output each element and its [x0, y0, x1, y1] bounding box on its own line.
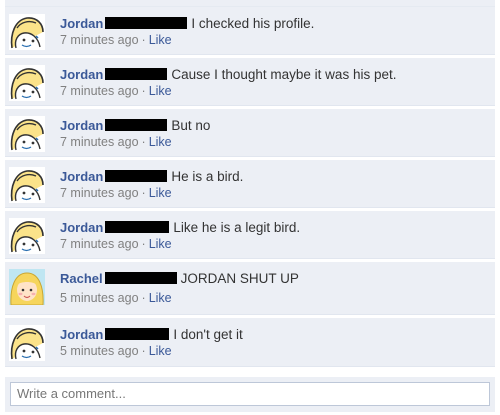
comment-time[interactable]: 5 minutes ago [60, 291, 139, 305]
rage-comic-face-icon [9, 65, 45, 101]
rage-comic-face-icon [9, 325, 45, 361]
separator-dot: · [141, 33, 146, 47]
comment-author[interactable]: Jordan [60, 169, 103, 184]
like-link[interactable]: Like [149, 344, 172, 358]
separator-dot: · [141, 291, 146, 305]
redaction-bar [105, 68, 168, 80]
comment-text: But no [171, 117, 211, 133]
redaction-bar [104, 272, 177, 284]
comment-composer: Write a comment... [5, 377, 495, 412]
redaction-bar [105, 328, 170, 340]
avatar[interactable] [9, 269, 45, 305]
comment-item: Jordan He is a bird. 7 minutes ago · Like [5, 160, 495, 208]
separator-dot: · [141, 344, 146, 358]
comment-text: Cause I thought maybe it was his pet. [171, 66, 397, 82]
redaction-bar [105, 221, 170, 233]
rage-comic-face-icon [9, 167, 45, 203]
comment-time[interactable]: 5 minutes ago [60, 344, 139, 358]
comment-item: Jordan Like he is a legit bird. 7 minute… [5, 211, 495, 259]
comment-thread: Jordan I checked his profile. 7 minutes … [5, 0, 495, 370]
comment-time[interactable]: 7 minutes ago [60, 135, 139, 149]
like-link[interactable]: Like [149, 33, 172, 47]
blonde-girl-face-icon [9, 269, 45, 305]
avatar[interactable] [9, 116, 45, 152]
comment-item: Jordan Cause I thought maybe it was his … [5, 58, 495, 106]
rage-comic-face-icon [9, 116, 45, 152]
comment-text: JORDAN SHUT UP [180, 270, 299, 286]
like-link[interactable]: Like [149, 237, 172, 251]
write-comment-input[interactable]: Write a comment... [10, 382, 490, 406]
avatar[interactable] [9, 218, 45, 254]
separator-dot: · [141, 186, 146, 200]
comment-time[interactable]: 7 minutes ago [60, 237, 139, 251]
comment-author[interactable]: Jordan [60, 16, 103, 31]
like-link[interactable]: Like [149, 84, 172, 98]
truncated-previous-comment [5, 0, 495, 7]
redaction-bar [105, 170, 168, 182]
avatar[interactable] [9, 167, 45, 203]
comment-item: Jordan I checked his profile. 7 minutes … [5, 7, 495, 55]
comment-author[interactable]: Jordan [60, 220, 103, 235]
redaction-bar [105, 119, 168, 131]
comment-author[interactable]: Jordan [60, 327, 103, 342]
comment-time[interactable]: 7 minutes ago [60, 84, 139, 98]
separator-dot: · [141, 84, 146, 98]
like-link[interactable]: Like [149, 291, 172, 305]
rage-comic-face-icon [9, 218, 45, 254]
avatar[interactable] [9, 65, 45, 101]
comment-text: I checked his profile. [191, 15, 315, 31]
comment-item: Jordan I don't get it 5 minutes ago · Like [5, 318, 495, 367]
comment-author[interactable]: Rachel [60, 271, 103, 286]
comment-item: Rachel JORDAN SHUT UP 5 minutes ago · Like [5, 262, 495, 315]
like-link[interactable]: Like [149, 186, 172, 200]
comment-time[interactable]: 7 minutes ago [60, 186, 139, 200]
avatar[interactable] [9, 325, 45, 361]
comment-text: He is a bird. [171, 168, 244, 184]
redaction-bar [105, 17, 188, 29]
comment-text: Like he is a legit bird. [173, 219, 301, 235]
separator-dot: · [141, 237, 146, 251]
separator-dot: · [141, 135, 146, 149]
comment-author[interactable]: Jordan [60, 67, 103, 82]
comment-author[interactable]: Jordan [60, 118, 103, 133]
comment-time[interactable]: 7 minutes ago [60, 33, 139, 47]
avatar[interactable] [9, 14, 45, 50]
comment-text: I don't get it [173, 326, 243, 342]
like-link[interactable]: Like [149, 135, 172, 149]
rage-comic-face-icon [9, 14, 45, 50]
comment-item: Jordan But no 7 minutes ago · Like [5, 109, 495, 157]
